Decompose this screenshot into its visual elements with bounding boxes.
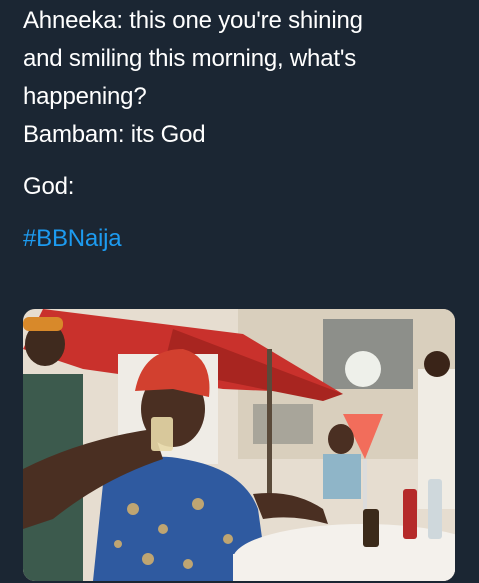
building-window-lower [253, 404, 313, 444]
cocktail-stem [363, 459, 367, 509]
canopy-pole [267, 349, 272, 499]
tweet-line-3: happening? [23, 83, 147, 110]
flower-centerpiece [345, 351, 381, 387]
person-head-right [424, 351, 450, 377]
seated-woman-top [323, 454, 361, 499]
photo-illustration [23, 309, 455, 581]
tweet-line-1: Ahneeka: this one you're shining [23, 7, 363, 34]
tweet-line-2: and smiling this morning, what's [23, 45, 356, 72]
seated-woman-head [328, 424, 354, 454]
tweet-media-photo[interactable] [23, 309, 455, 581]
drink-glass [151, 417, 173, 451]
bottle-1 [363, 509, 379, 547]
tweet-line-4: Bambam: its God [23, 121, 206, 148]
woman-headwrap [23, 317, 63, 331]
bottle-3 [428, 479, 442, 539]
hashtag-link[interactable]: #BBNaija [23, 220, 122, 258]
tweet-god-line: God: [23, 173, 75, 200]
tweet-body: Ahneeka: this one you're shining and smi… [23, 2, 468, 258]
table-skirt [233, 554, 455, 581]
tweet-card: Ahneeka: this one you're shining and smi… [0, 0, 479, 583]
bottle-2 [403, 489, 417, 539]
